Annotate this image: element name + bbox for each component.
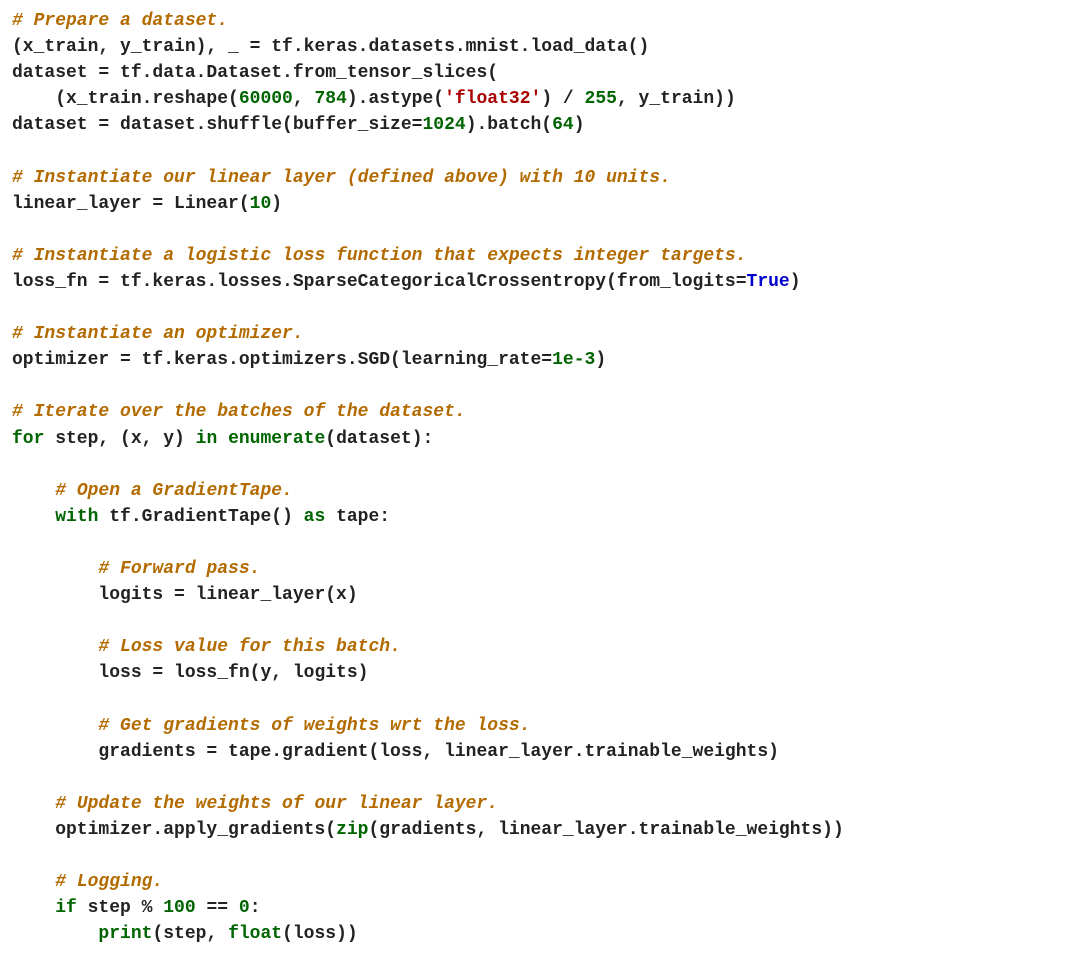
code-token: )	[595, 350, 606, 370]
code-token: for	[12, 429, 44, 449]
code-line: dataset = dataset.shuffle(buffer_size=10…	[12, 115, 585, 135]
code-token: tf.GradientTape()	[98, 507, 303, 527]
code-line: # Forward pass.	[12, 559, 260, 579]
code-token: ).astype(	[347, 89, 444, 109]
code-token: 1e-3	[552, 350, 595, 370]
code-token	[217, 429, 228, 449]
code-token: float	[228, 924, 282, 944]
code-line: # Update the weights of our linear layer…	[12, 794, 498, 814]
code-line: # Logging.	[12, 872, 163, 892]
code-token: (dataset):	[325, 429, 433, 449]
code-line: logits = linear_layer(x)	[12, 585, 358, 605]
code-token: ) /	[541, 89, 584, 109]
code-token: True	[747, 272, 790, 292]
code-token: optimizer.apply_gradients(	[12, 820, 336, 840]
code-token: 784	[314, 89, 346, 109]
code-token: )	[271, 194, 282, 214]
code-token: )	[790, 272, 801, 292]
code-token: loss_fn = tf.keras.losses.SparseCategori…	[12, 272, 747, 292]
code-token: (x_train, y_train), _ = tf.keras.dataset…	[12, 37, 649, 57]
code-token	[12, 794, 55, 814]
code-token: loss = loss_fn(y, logits)	[12, 663, 368, 683]
code-token	[12, 716, 98, 736]
code-token: ).batch(	[466, 115, 552, 135]
code-token	[12, 507, 55, 527]
code-token: logits = linear_layer(x)	[12, 585, 358, 605]
code-token: :	[250, 898, 261, 918]
code-token: # Iterate over the batches of the datase…	[12, 402, 466, 422]
code-token: 64	[552, 115, 574, 135]
code-token: print	[98, 924, 152, 944]
code-token: (step,	[152, 924, 228, 944]
code-token: tape:	[325, 507, 390, 527]
code-token: # Logging.	[55, 872, 163, 892]
code-token: as	[304, 507, 326, 527]
code-token: 60000	[239, 89, 293, 109]
code-token: 100	[163, 898, 195, 918]
code-line: optimizer = tf.keras.optimizers.SGD(lear…	[12, 350, 606, 370]
code-token: dataset = dataset.shuffle(buffer_size=	[12, 115, 422, 135]
code-token: enumerate	[228, 429, 325, 449]
code-line: # Instantiate our linear layer (defined …	[12, 168, 671, 188]
code-token: zip	[336, 820, 368, 840]
code-token	[12, 637, 98, 657]
code-token: linear_layer = Linear(	[12, 194, 250, 214]
code-token: if	[55, 898, 77, 918]
code-token: in	[196, 429, 218, 449]
code-token: )	[574, 115, 585, 135]
code-token: # Instantiate our linear layer (defined …	[12, 168, 671, 188]
code-line: (x_train, y_train), _ = tf.keras.dataset…	[12, 37, 649, 57]
code-token: with	[55, 507, 98, 527]
code-token: # Instantiate an optimizer.	[12, 324, 304, 344]
code-block: # Prepare a dataset. (x_train, y_train),…	[0, 0, 1080, 955]
code-line: (x_train.reshape(60000, 784).astype('flo…	[12, 89, 736, 109]
code-token: # Instantiate a logistic loss function t…	[12, 246, 747, 266]
code-token	[12, 872, 55, 892]
code-line: # Iterate over the batches of the datase…	[12, 402, 466, 422]
code-token: dataset = tf.data.Dataset.from_tensor_sl…	[12, 63, 498, 83]
code-line: loss_fn = tf.keras.losses.SparseCategori…	[12, 272, 801, 292]
code-token: step, (x, y)	[44, 429, 195, 449]
code-line: # Loss value for this batch.	[12, 637, 401, 657]
code-token: 0	[239, 898, 250, 918]
code-line: gradients = tape.gradient(loss, linear_l…	[12, 742, 779, 762]
code-token	[12, 481, 55, 501]
code-token	[12, 898, 55, 918]
code-line: optimizer.apply_gradients(zip(gradients,…	[12, 820, 844, 840]
code-token: step %	[77, 898, 163, 918]
code-line: # Instantiate an optimizer.	[12, 324, 304, 344]
code-token: (x_train.reshape(	[12, 89, 239, 109]
code-token: 255	[585, 89, 617, 109]
code-token	[12, 559, 98, 579]
code-line: for step, (x, y) in enumerate(dataset):	[12, 429, 433, 449]
code-token: # Get gradients of weights wrt the loss.	[98, 716, 530, 736]
code-token: # Prepare a dataset.	[12, 11, 228, 31]
code-token: 1024	[422, 115, 465, 135]
code-token: # Forward pass.	[98, 559, 260, 579]
code-token: # Loss value for this batch.	[98, 637, 400, 657]
code-line: linear_layer = Linear(10)	[12, 194, 282, 214]
code-token	[12, 924, 98, 944]
code-token: # Update the weights of our linear layer…	[55, 794, 498, 814]
code-token: optimizer = tf.keras.optimizers.SGD(lear…	[12, 350, 552, 370]
code-token: ,	[293, 89, 315, 109]
code-token: 10	[250, 194, 272, 214]
code-token: # Open a GradientTape.	[55, 481, 293, 501]
code-line: # Open a GradientTape.	[12, 481, 293, 501]
code-token: , y_train))	[617, 89, 736, 109]
code-line: with tf.GradientTape() as tape:	[12, 507, 390, 527]
code-line: dataset = tf.data.Dataset.from_tensor_sl…	[12, 63, 498, 83]
code-token: (loss))	[282, 924, 358, 944]
code-line: # Instantiate a logistic loss function t…	[12, 246, 747, 266]
code-line: if step % 100 == 0:	[12, 898, 261, 918]
code-token: ==	[196, 898, 239, 918]
code-line: print(step, float(loss))	[12, 924, 358, 944]
code-line: # Prepare a dataset.	[12, 11, 228, 31]
code-line: # Get gradients of weights wrt the loss.	[12, 716, 531, 736]
code-token: (gradients, linear_layer.trainable_weigh…	[368, 820, 843, 840]
code-token: gradients = tape.gradient(loss, linear_l…	[12, 742, 779, 762]
code-line: loss = loss_fn(y, logits)	[12, 663, 368, 683]
code-token: 'float32'	[444, 89, 541, 109]
